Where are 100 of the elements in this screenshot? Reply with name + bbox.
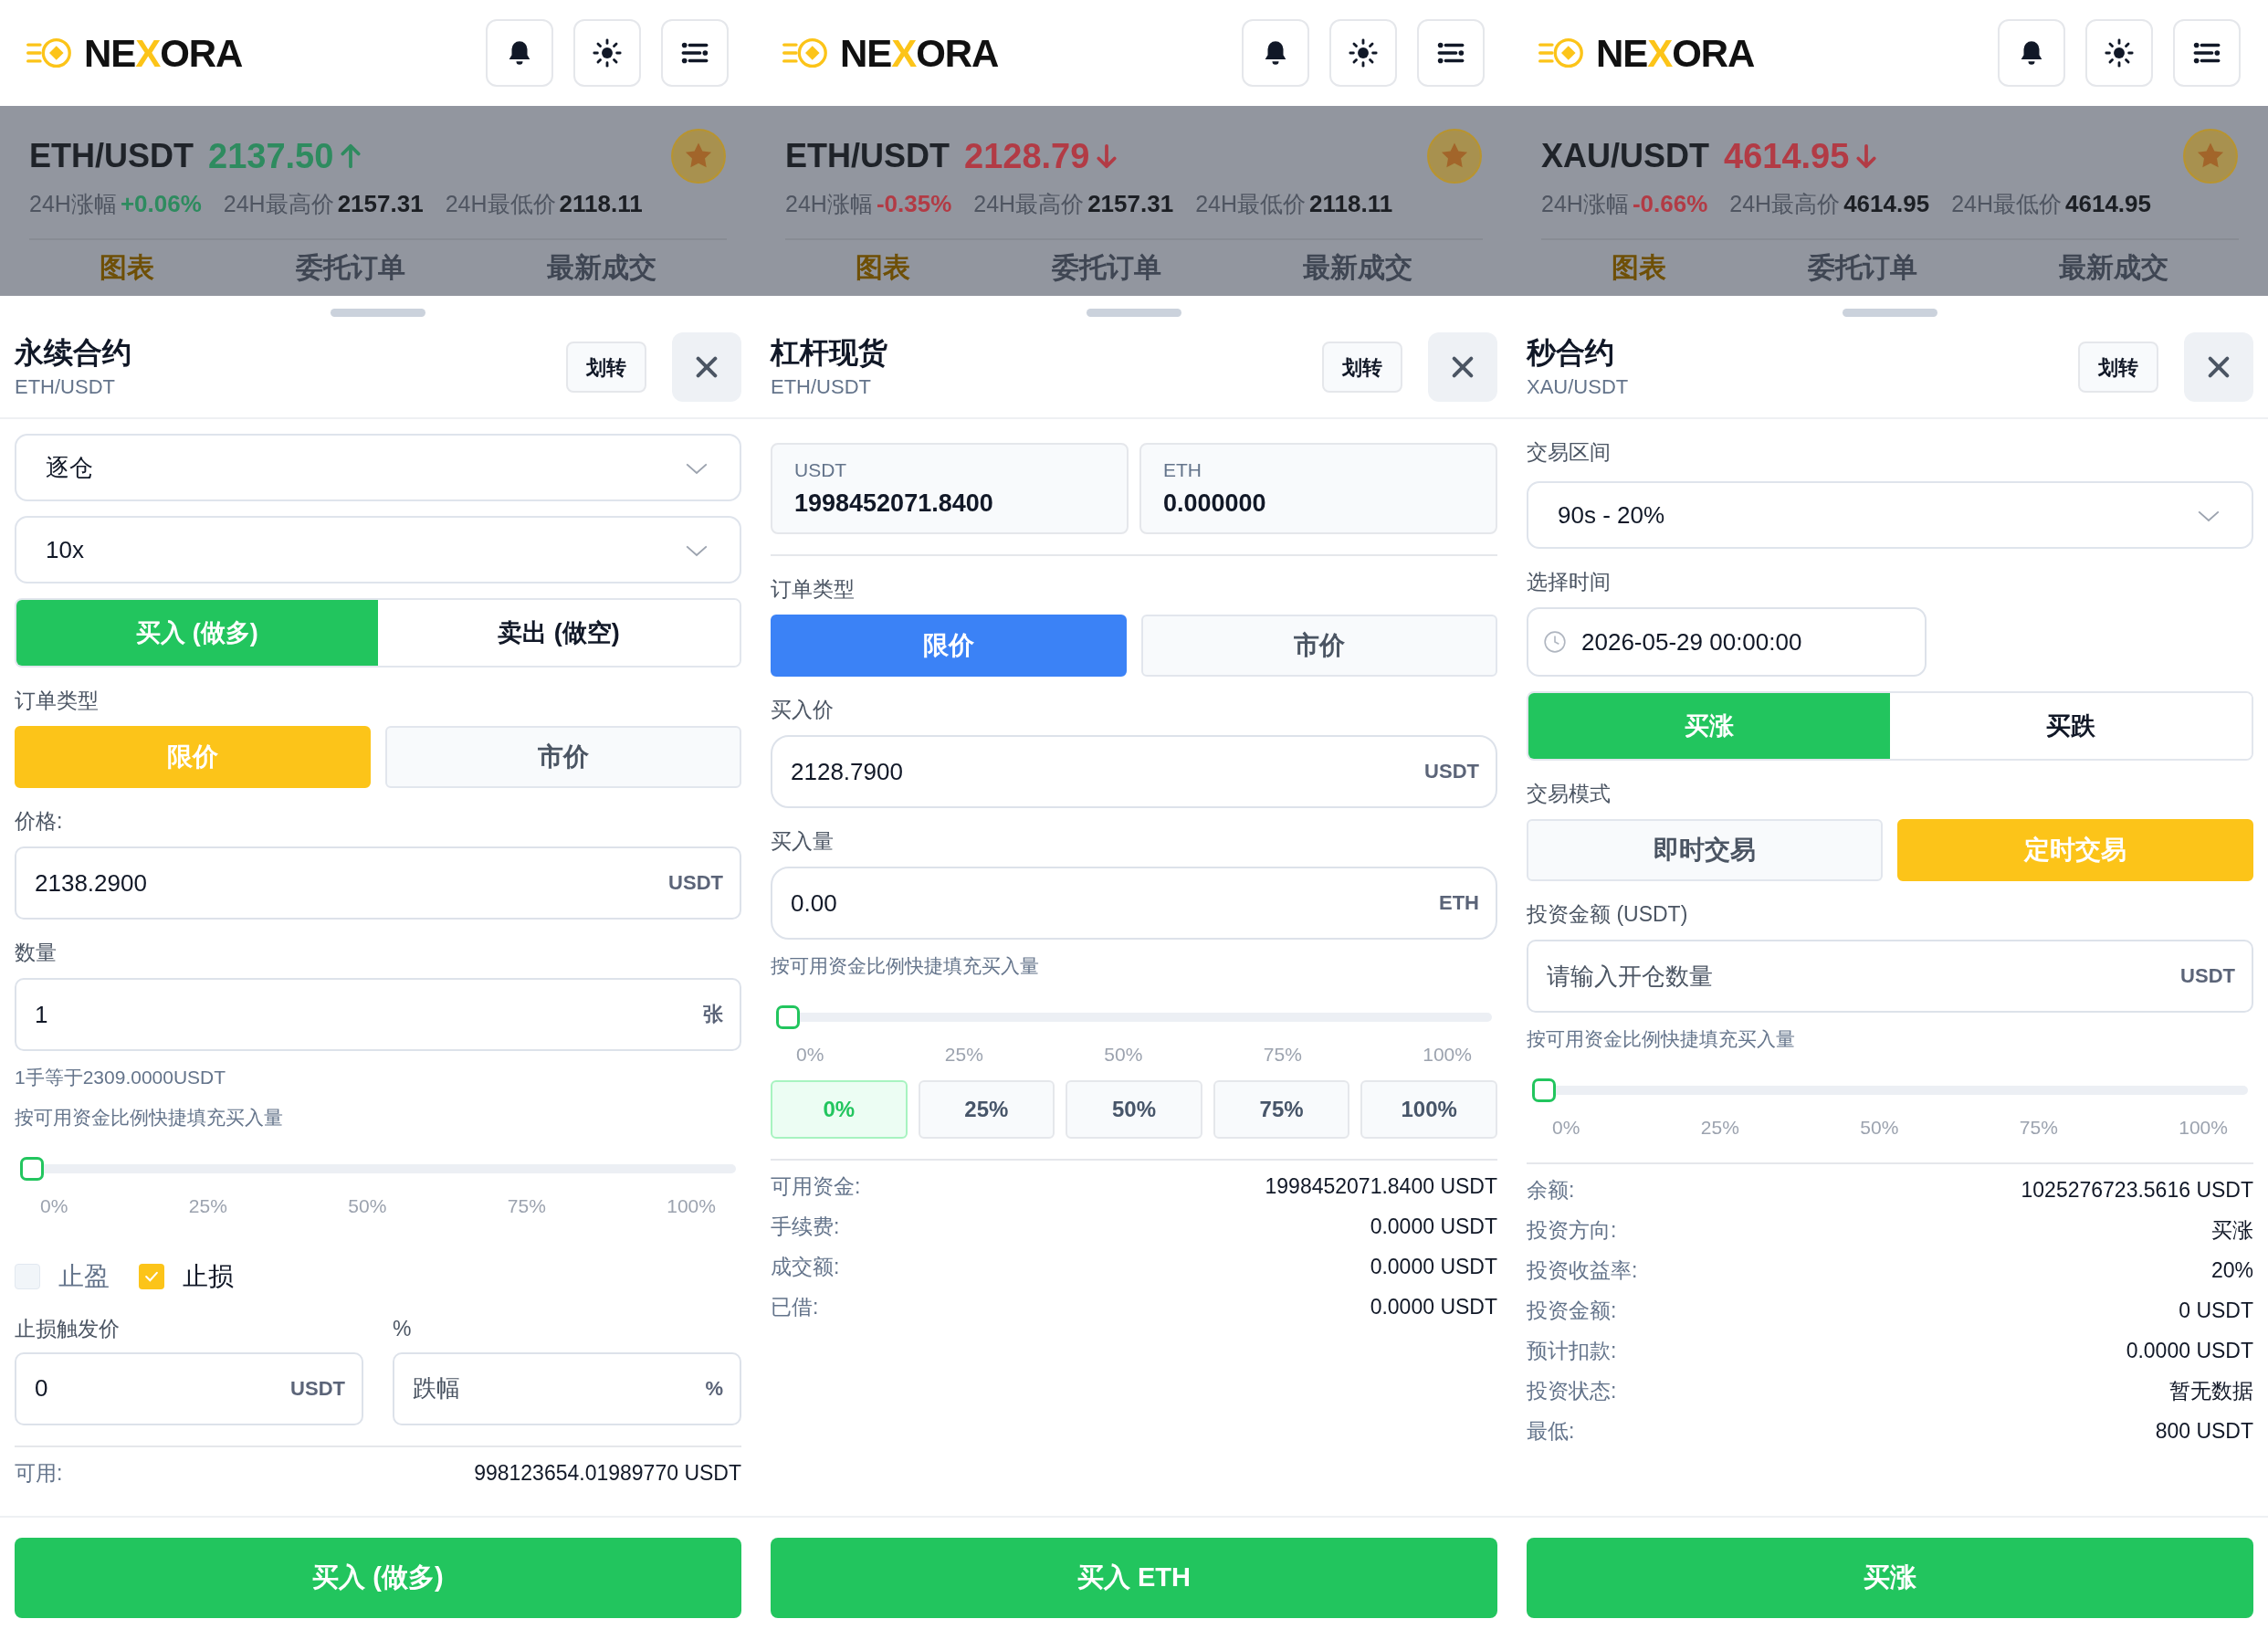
tick-label: 50% [1104, 1043, 1143, 1067]
settings-button[interactable] [2173, 19, 2241, 87]
percent-button[interactable]: 50% [1066, 1079, 1202, 1139]
sheet-title: 秒合约 [1527, 334, 1615, 371]
row-label: 可用资金: [771, 1172, 861, 1200]
slider-thumb[interactable] [1532, 1078, 1556, 1102]
sun-icon [592, 37, 623, 68]
row-value: 买涨 [2211, 1216, 2253, 1244]
logo-text: NEXORA [84, 30, 243, 77]
sheet-title: 永续合约 [15, 334, 131, 371]
tick-label: 25% [944, 1043, 983, 1067]
stat-value: +0.06% [120, 189, 202, 219]
hint-text: 1手等于2309.0000USDT [15, 1066, 227, 1089]
sheet-handle[interactable] [1843, 309, 1937, 317]
sheet-handle[interactable] [1087, 309, 1181, 317]
dropdown[interactable]: 10x [15, 516, 741, 583]
row-label: 已借: [771, 1293, 819, 1320]
unit-label: USDT [1424, 759, 1479, 784]
tick-label: 100% [667, 1194, 716, 1218]
field-label: 选择时间 [1527, 569, 1612, 595]
row-label: 余额: [1527, 1176, 1575, 1204]
clock-icon [1543, 630, 1567, 654]
sheet-subtitle: ETH/USDT [15, 373, 116, 400]
percent-button[interactable]: 25% [918, 1079, 1055, 1139]
stat-value: 2157.31 [337, 189, 424, 219]
hint-text: 按可用资金比例快捷填充买入量 [15, 1106, 284, 1130]
stat-label: 24H最低价 [1195, 190, 1306, 218]
balance-amount: 0.000000 [1163, 488, 1267, 519]
theme-button[interactable] [2085, 19, 2153, 87]
dropdown[interactable]: 逐仓 [15, 434, 741, 501]
order-type-button[interactable]: 市价 [385, 726, 741, 788]
stat-value: 4614.95 [2065, 189, 2151, 219]
stat-value: 4614.95 [1843, 189, 1930, 219]
checkbox[interactable] [15, 1263, 40, 1289]
stat-label: 24H最高价 [973, 190, 1085, 218]
transfer-button[interactable]: 划转 [566, 342, 646, 393]
slider-track[interactable] [1532, 1078, 2248, 1102]
slider-thumb[interactable] [776, 1005, 800, 1029]
tick-label: 50% [348, 1194, 387, 1218]
field-label: 订单类型 [15, 688, 100, 714]
order-type-button[interactable]: 限价 [771, 615, 1127, 677]
tick-label: 75% [1263, 1043, 1302, 1067]
order-type-button[interactable]: 即时交易 [1527, 819, 1883, 881]
unit-label: 张 [703, 1002, 723, 1027]
checkbox[interactable] [139, 1263, 164, 1289]
hint-text: 按可用资金比例快捷填充买入量 [1527, 1027, 1796, 1051]
row-label: 预计扣款: [1527, 1337, 1617, 1364]
field-label: 交易区间 [1527, 439, 1612, 466]
sun-icon [2104, 37, 2135, 68]
field-label: % [393, 1315, 413, 1342]
settings-button[interactable] [661, 19, 729, 87]
close-button[interactable] [1428, 332, 1497, 402]
settings-button[interactable] [1417, 19, 1485, 87]
row-label: 最低: [1527, 1417, 1575, 1445]
close-button[interactable] [672, 332, 741, 402]
close-button[interactable] [2184, 332, 2253, 402]
sun-icon [1348, 37, 1379, 68]
notification-button[interactable] [1998, 19, 2065, 87]
sheet-subtitle: ETH/USDT [771, 373, 872, 400]
checkbox-label: 止损 [183, 1260, 234, 1292]
tick-label: 0% [40, 1194, 68, 1218]
tick-label: 100% [1423, 1043, 1472, 1067]
row-value: 800 USDT [2155, 1417, 2253, 1445]
theme-button[interactable] [1329, 19, 1397, 87]
pair-name: ETH/USDT [785, 136, 950, 176]
stat-label: 24H涨幅 [29, 190, 117, 218]
field-label: 止损触发价 [15, 1315, 121, 1342]
field-label: 买入量 [771, 828, 835, 855]
slider-track[interactable] [776, 1005, 1492, 1029]
sheet-handle[interactable] [331, 309, 425, 317]
row-value: 0.0000 USDT [1370, 1253, 1497, 1280]
date-time-field[interactable]: 2026-05-29 00:00:00 [1527, 607, 1927, 677]
row-value: 1025276723.5616 USDT [2021, 1176, 2253, 1204]
order-type-button[interactable]: 市价 [1141, 615, 1497, 677]
stat-label: 24H最高价 [223, 190, 334, 218]
percent-button[interactable]: 100% [1360, 1079, 1497, 1139]
row-label: 可用: [15, 1459, 63, 1487]
theme-button[interactable] [573, 19, 641, 87]
field-label: 买入价 [771, 697, 835, 723]
sheet-subtitle: XAU/USDT [1527, 373, 1629, 400]
stat-label: 24H最高价 [1729, 190, 1841, 218]
tick-label: 100% [2179, 1116, 2228, 1140]
tick-label: 75% [507, 1194, 546, 1218]
currency-label: USDT [794, 458, 848, 482]
stat-label: 24H涨幅 [785, 190, 873, 218]
stat-label: 24H最低价 [445, 190, 556, 218]
slider-thumb[interactable] [20, 1157, 44, 1181]
field-label: 交易模式 [1527, 781, 1612, 807]
unit-label: USDT [2180, 963, 2235, 989]
notification-button[interactable] [486, 19, 553, 87]
percent-button[interactable]: 75% [1213, 1079, 1350, 1139]
row-label: 投资收益率: [1527, 1256, 1638, 1284]
tick-label: 75% [2019, 1116, 2058, 1140]
dropdown[interactable]: 90s - 20% [1527, 481, 2253, 549]
transfer-button[interactable]: 划转 [2078, 342, 2158, 393]
notification-button[interactable] [1242, 19, 1309, 87]
slider-track[interactable] [20, 1157, 736, 1181]
stat-label: 24H最低价 [1951, 190, 2062, 218]
transfer-button[interactable]: 划转 [1322, 342, 1402, 393]
pair-name: ETH/USDT [29, 136, 194, 176]
